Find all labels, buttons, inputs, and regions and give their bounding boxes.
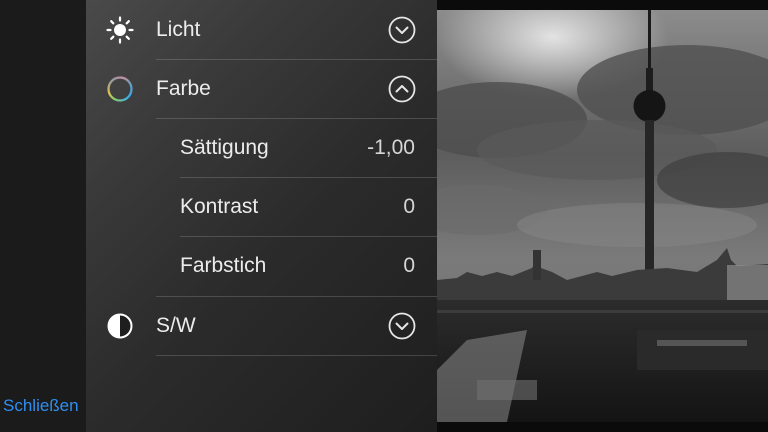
section-color[interactable]: Farbe [86,59,437,118]
chevron-up-icon[interactable] [388,75,416,103]
section-color-label: Farbe [156,77,211,100]
control-contrast[interactable]: Kontrast 0 [86,177,437,236]
left-toolbar: Schließen [0,0,86,432]
adjustments-panel: Licht Farbe Sättigung -1,00 Kontrast 0 F… [86,0,437,432]
section-light[interactable]: Licht [86,0,437,59]
section-bw-label: S/W [156,314,196,337]
color-wheel-icon [107,76,133,102]
photo-image [437,10,768,422]
control-cast[interactable]: Farbstich 0 [86,236,437,295]
chevron-down-icon[interactable] [388,16,416,44]
close-button[interactable]: Schließen [3,395,79,417]
photo-preview [437,10,768,422]
photo-edit-screen: Schließen Licht Farbe Sättigung -1,00 Ko… [0,0,768,432]
section-bw[interactable]: S/W [86,296,437,355]
saturation-value: -1,00 [367,136,415,159]
chevron-down-icon[interactable] [388,312,416,340]
section-light-label: Licht [156,18,201,41]
sun-icon [106,16,134,44]
divider [156,355,437,356]
half-circle-icon [107,313,133,339]
control-saturation[interactable]: Sättigung -1,00 [86,118,437,177]
contrast-value: 0 [403,195,415,218]
contrast-label: Kontrast [180,195,259,218]
saturation-label: Sättigung [180,136,269,159]
cast-label: Farbstich [180,254,267,277]
cast-value: 0 [403,254,415,277]
